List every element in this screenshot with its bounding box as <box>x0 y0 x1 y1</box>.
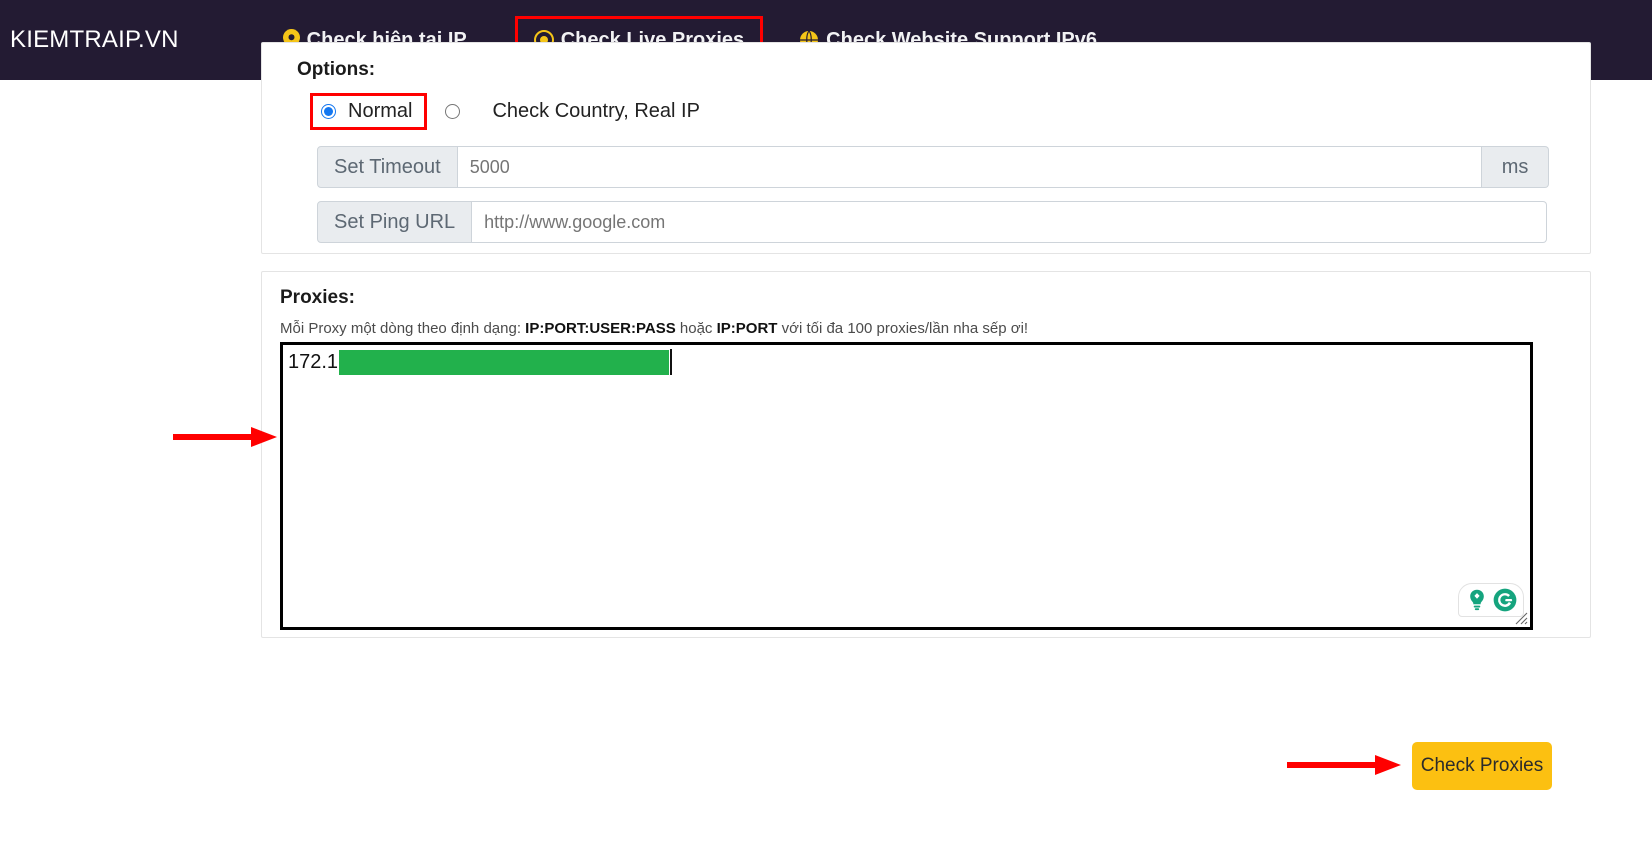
radio-normal-input[interactable] <box>321 103 336 119</box>
timeout-unit-label: ms <box>1481 146 1550 188</box>
brand-logo[interactable]: KIEMTRAIP.VN <box>10 26 179 54</box>
page-root: KIEMTRAIP.VN Check hiện tại IP Check Liv… <box>0 0 1652 843</box>
set-ping-url-group: Set Ping URL <box>317 201 1572 243</box>
proxies-title: Proxies: <box>280 287 355 308</box>
proxies-panel: Proxies: Mỗi Proxy một dòng theo định dạ… <box>261 271 1591 638</box>
options-panel: Options: Normal Check Country, Real IP S… <box>261 42 1591 254</box>
hint-format-1: IP:PORT:USER:PASS <box>525 320 676 337</box>
proxies-textarea-value: 172.1 <box>288 350 339 373</box>
grammarly-logo-icon[interactable] <box>1491 587 1519 613</box>
set-timeout-label: Set Timeout <box>317 146 458 188</box>
proxies-textarea[interactable]: 172.1 <box>280 342 1533 630</box>
set-ping-url-input[interactable] <box>472 201 1548 243</box>
options-radio-row: Normal Check Country, Real IP <box>310 89 1572 133</box>
hint-suffix: với tối đa 100 proxies/lần nha sếp ơi! <box>777 320 1029 337</box>
arrow-to-check-proxies-button <box>1287 755 1401 775</box>
radio-normal-label: Normal <box>348 99 413 122</box>
radio-check-country-label: Check Country, Real IP <box>492 99 700 122</box>
options-title: Options: <box>297 59 376 80</box>
redaction-bar <box>339 349 670 375</box>
set-ping-url-label: Set Ping URL <box>317 201 473 243</box>
set-timeout-input[interactable] <box>457 146 1482 188</box>
hint-prefix: Mỗi Proxy một dòng theo định dạng: <box>280 320 526 337</box>
hint-middle: hoặc <box>675 320 717 337</box>
grammarly-assistant-icon[interactable] <box>1463 587 1491 613</box>
set-timeout-group: Set Timeout ms <box>317 146 1572 188</box>
radio-check-country-input[interactable] <box>445 103 461 119</box>
text-caret <box>670 349 673 375</box>
radio-option-check-country-real-ip[interactable]: Check Country, Real IP <box>445 100 700 123</box>
proxies-format-hint: Mỗi Proxy một dòng theo định dạng: IP:PO… <box>280 320 1572 337</box>
radio-option-normal[interactable]: Normal <box>310 92 428 130</box>
proxies-textarea-content: 172.1 <box>288 349 673 375</box>
check-proxies-button[interactable]: Check Proxies <box>1412 742 1552 790</box>
hint-format-2: IP:PORT <box>716 320 778 337</box>
grammarly-badge-group[interactable] <box>1458 583 1524 617</box>
